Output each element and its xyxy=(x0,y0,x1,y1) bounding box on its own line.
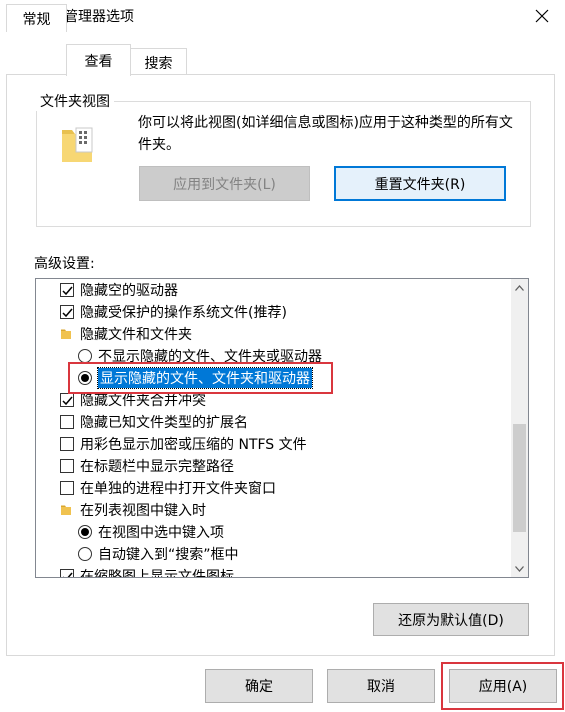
radio-checked[interactable] xyxy=(78,525,92,539)
close-button[interactable] xyxy=(519,0,565,32)
checkbox-checked[interactable] xyxy=(60,283,74,297)
close-icon xyxy=(535,9,549,23)
scroll-thumb[interactable] xyxy=(513,424,526,532)
reset-folders-button[interactable]: 重置文件夹(R) xyxy=(334,166,506,201)
tab-general[interactable]: 常规 xyxy=(6,4,67,32)
checkbox-unchecked[interactable] xyxy=(60,481,74,495)
checkmark-icon xyxy=(61,308,73,317)
folder-icon xyxy=(61,505,71,515)
folder-icon xyxy=(61,329,71,339)
cancel-button[interactable]: 取消 xyxy=(327,669,435,703)
tab-search[interactable]: 搜索 xyxy=(130,48,187,76)
highlight-box xyxy=(68,362,333,394)
list-item[interactable]: 隐藏已知文件类型的扩展名 xyxy=(60,411,248,433)
restore-defaults-button[interactable]: 还原为默认值(D) xyxy=(373,603,529,636)
checkbox-unchecked[interactable] xyxy=(60,415,74,429)
list-item[interactable]: 隐藏空的驱动器 xyxy=(60,279,178,301)
checkmark-icon xyxy=(61,396,73,405)
list-item[interactable]: 在视图中选中键入项 xyxy=(78,521,224,543)
apply-to-folders-button[interactable]: 应用到文件夹(L) xyxy=(139,166,310,201)
list-item[interactable]: 在标题栏中显示完整路径 xyxy=(60,455,234,477)
scroll-up-button[interactable] xyxy=(511,279,528,296)
chevron-down-icon xyxy=(515,565,524,572)
highlight-box xyxy=(441,662,564,710)
folder-view-icon xyxy=(62,127,93,162)
folder-views-description: 你可以将此视图(如详细信息或图标)应用于这种类型的所有文件夹。 xyxy=(138,115,513,153)
checkmark-icon xyxy=(62,572,73,577)
list-item[interactable]: 隐藏受保护的操作系统文件(推荐) xyxy=(60,301,287,323)
title-bar: 文件资源管理器选项 xyxy=(0,0,565,32)
scroll-down-button[interactable] xyxy=(511,560,528,577)
tab-view[interactable]: 查看 xyxy=(66,44,131,76)
list-item[interactable]: 在缩略图上显示文件图标 xyxy=(60,565,234,577)
checkbox-checked[interactable] xyxy=(60,305,74,319)
list-item-group: 在列表视图中键入时 xyxy=(60,499,206,521)
radio-unchecked[interactable] xyxy=(78,547,92,561)
folder-views-label: 文件夹视图 xyxy=(36,91,114,111)
checkmark-icon xyxy=(61,286,73,295)
radio-unchecked[interactable] xyxy=(78,349,92,363)
list-scrollbar[interactable] xyxy=(511,279,528,577)
list-item[interactable]: 在单独的进程中打开文件夹窗口 xyxy=(60,477,276,499)
checkbox-checked[interactable] xyxy=(60,569,74,577)
checkbox-unchecked[interactable] xyxy=(60,437,74,451)
chevron-up-icon xyxy=(515,284,524,291)
list-item[interactable]: 自动键入到“搜索”框中 xyxy=(78,543,239,565)
list-item-group: 隐藏文件和文件夹 xyxy=(60,323,192,345)
ok-button[interactable]: 确定 xyxy=(205,669,313,703)
list-item[interactable]: 用彩色显示加密或压缩的 NTFS 文件 xyxy=(60,433,307,455)
advanced-settings-label: 高级设置: xyxy=(34,256,95,272)
checkbox-unchecked[interactable] xyxy=(60,459,74,473)
checkbox-checked[interactable] xyxy=(60,393,74,407)
advanced-settings-list[interactable]: 隐藏空的驱动器 隐藏受保护的操作系统文件(推荐) 隐藏文件和文件夹 不显示隐藏的… xyxy=(35,278,529,578)
